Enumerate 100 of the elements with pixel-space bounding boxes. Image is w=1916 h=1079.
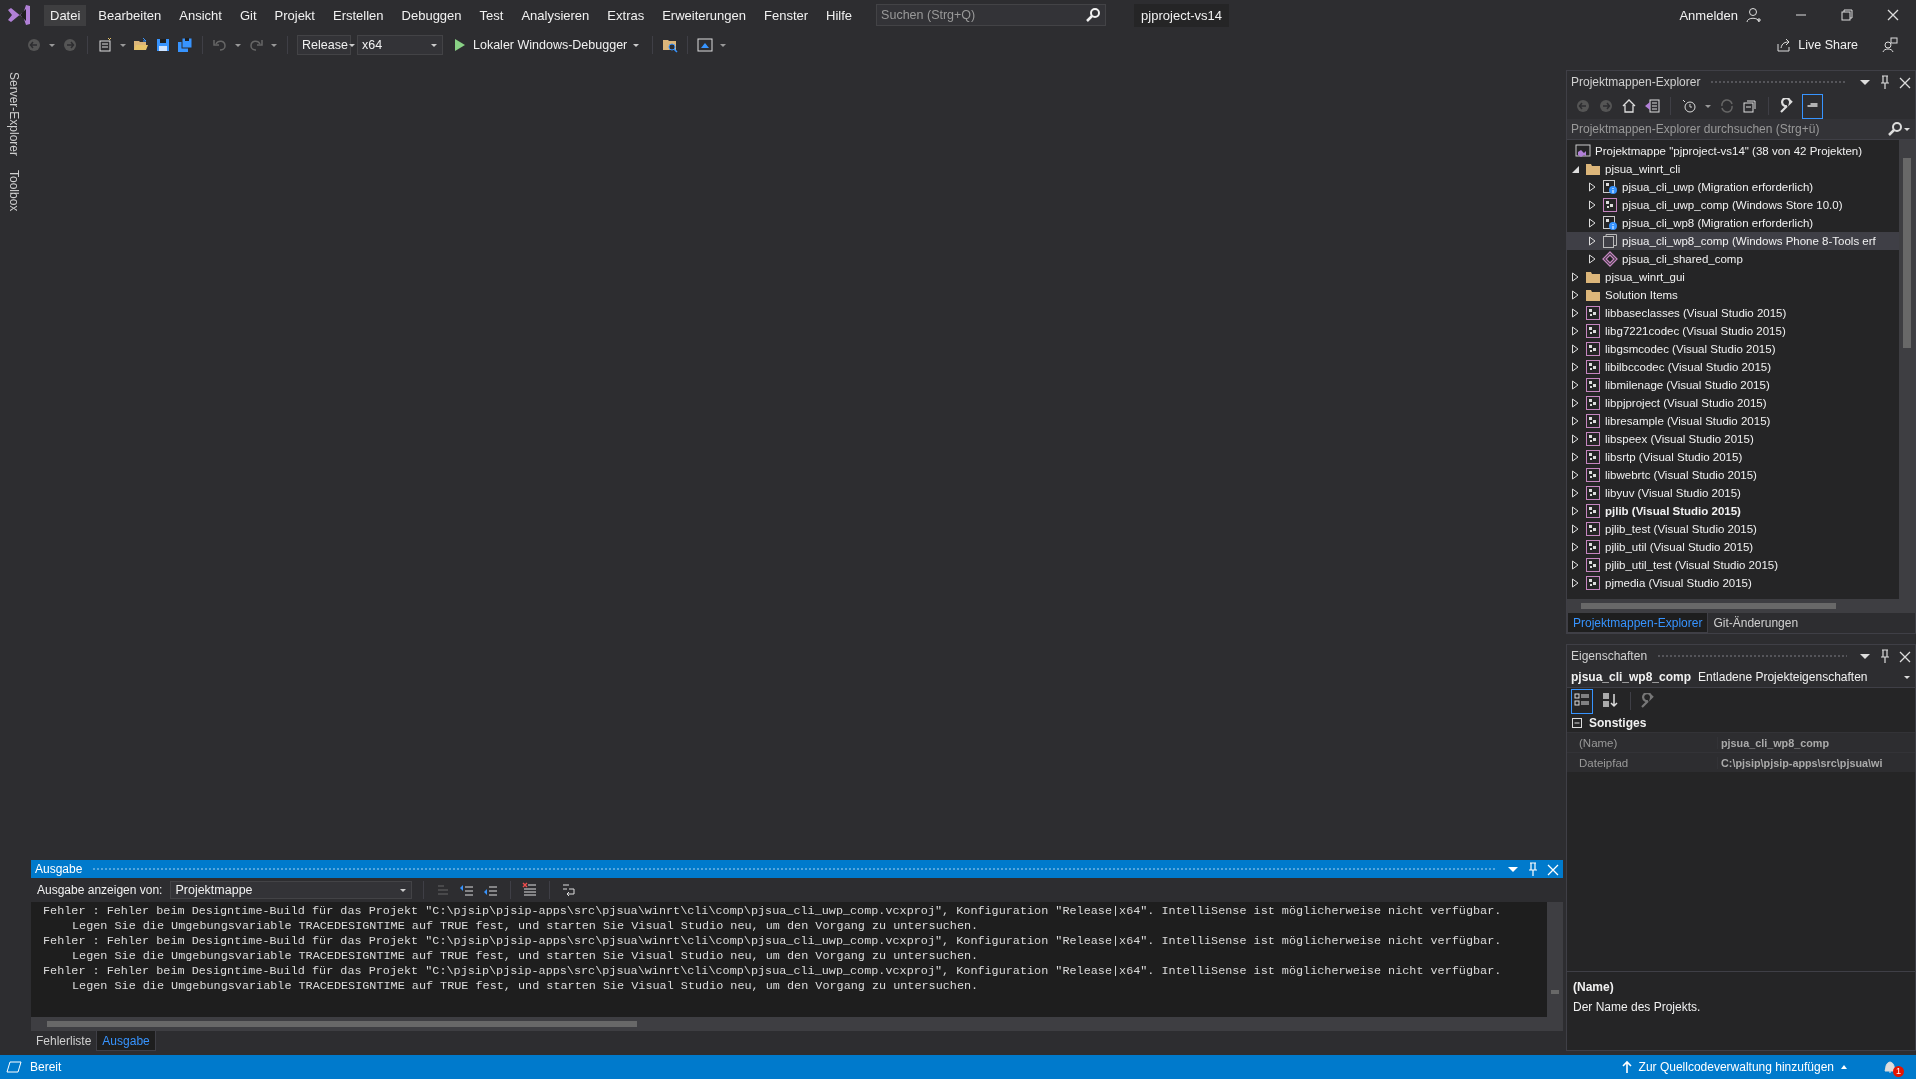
- menu-item[interactable]: Debuggen: [395, 4, 468, 26]
- live-share-button[interactable]: Live Share: [1776, 37, 1858, 53]
- search-field[interactable]: Projektmappen-Explorer durchsuchen (Strg+ü): [1567, 119, 1883, 139]
- side-tab[interactable]: Toolbox: [7, 170, 21, 212]
- pending-changes-icon[interactable]: [1681, 98, 1697, 114]
- menu-item[interactable]: Ansicht: [173, 4, 228, 26]
- description-text: Der Name des Projekts.: [1573, 1000, 1702, 1014]
- clear-all-icon[interactable]: [522, 882, 539, 898]
- redo-icon[interactable]: [248, 37, 264, 53]
- tree-item[interactable]: pjsua_cli_wp8_comp (Windows Phone 8-Tools erf: [1567, 232, 1899, 250]
- preview-toggle-button[interactable]: [1802, 93, 1823, 119]
- menu-item[interactable]: Test: [473, 4, 510, 26]
- switch-views-icon[interactable]: [1644, 98, 1660, 114]
- close-icon[interactable]: [1897, 75, 1911, 89]
- panel-tab[interactable]: Git-Änderungen: [1708, 613, 1804, 633]
- tree-item[interactable]: pjmedia (Visual Studio 2015): [1567, 574, 1899, 592]
- save-all-icon[interactable]: [177, 37, 193, 53]
- tree-item[interactable]: pjlib_util (Visual Studio 2015): [1567, 538, 1899, 556]
- menu-item[interactable]: Git: [233, 4, 263, 26]
- output-line: Legen Sie die Umgebungsvariable TRACEDESIGNTIME auf TRUE fest, und starten Sie Visual Studio neu, um den Vorgang zu untersuchen.: [71, 919, 980, 934]
- project-icon: [1585, 503, 1601, 519]
- preview-icon: [1807, 102, 1818, 107]
- search-icon[interactable]: [1887, 121, 1903, 137]
- menu-item[interactable]: Hilfe: [820, 4, 859, 26]
- tree-item[interactable]: libmilenage (Visual Studio 2015): [1567, 376, 1899, 394]
- horizontal-scrollbar[interactable]: [1567, 599, 1915, 613]
- search-button[interactable]: [1883, 119, 1915, 139]
- panel-tab[interactable]: Ausgabe: [96, 1031, 156, 1051]
- open-folder-icon[interactable]: [133, 37, 149, 53]
- tree-item[interactable]: libresample (Visual Studio 2015): [1567, 412, 1899, 430]
- menu-item[interactable]: Erweiterungen: [656, 4, 752, 26]
- folder-search-icon[interactable]: [662, 37, 679, 53]
- collapse-icon[interactable]: [1571, 717, 1583, 729]
- object-selector[interactable]: pjsua_cli_wp8_comp Entladene Projekteigenschaften: [1567, 667, 1915, 688]
- expanded-arrow-icon[interactable]: [1570, 164, 1580, 174]
- menu-item[interactable]: Extras: [601, 4, 651, 26]
- tree-item[interactable]: libilbccodec (Visual Studio 2015): [1567, 358, 1899, 376]
- vertical-scrollbar[interactable]: [1899, 140, 1915, 599]
- tree-item[interactable]: pjsua_cli_uwp (Migration erforderlich): [1567, 178, 1899, 196]
- tree-item[interactable]: pjsua_cli_uwp_comp (Windows Store 10.0): [1567, 196, 1899, 214]
- word-wrap-icon[interactable]: [561, 882, 578, 898]
- logo-icon: [6, 3, 32, 27]
- side-tab[interactable]: Server-Explorer: [7, 72, 21, 157]
- tree-item[interactable]: Solution Items: [1567, 286, 1899, 304]
- close-icon[interactable]: [1545, 862, 1559, 876]
- caret-icon: [1903, 126, 1911, 132]
- tree-item[interactable]: libspeex (Visual Studio 2015): [1567, 430, 1899, 448]
- vertical-scrollbar[interactable]: [1547, 902, 1563, 1017]
- tree-item[interactable]: pjlib_test (Visual Studio 2015): [1567, 520, 1899, 538]
- collapse-all-icon[interactable]: [1742, 98, 1758, 114]
- feedback-icon[interactable]: [1882, 37, 1898, 53]
- restore-icon[interactable]: [1839, 7, 1855, 23]
- home-icon[interactable]: [1621, 98, 1637, 114]
- tree-item[interactable]: Projektmappe "pjproject-vs14" (38 von 42 Projekten): [1567, 142, 1899, 160]
- undo-icon[interactable]: [212, 37, 228, 53]
- sign-in-link[interactable]: Anmelden: [1679, 7, 1738, 23]
- screenshot-icon[interactable]: [697, 37, 714, 53]
- tree-item[interactable]: libyuv (Visual Studio 2015): [1567, 484, 1899, 502]
- property-category[interactable]: Sonstiges: [1567, 714, 1915, 732]
- panel-tab[interactable]: Fehlerliste: [31, 1031, 97, 1051]
- project-icon: [1602, 197, 1618, 213]
- menu-item[interactable]: Projekt: [268, 4, 321, 26]
- close-icon[interactable]: [1897, 649, 1911, 663]
- horizontal-scrollbar[interactable]: [31, 1017, 1563, 1031]
- panel-tab[interactable]: Projektmappen-Explorer: [1567, 613, 1709, 633]
- start-debugging-button[interactable]: Lokaler Windows-Debugger: [449, 37, 644, 53]
- shared-project-icon: [1602, 251, 1618, 267]
- platform-dropdown[interactable]: x64: [357, 35, 443, 55]
- caret-icon: [1840, 1064, 1848, 1070]
- menu-item[interactable]: Erstellen: [327, 4, 390, 26]
- source-control-button[interactable]: Zur Quellcodeverwaltung hinzufügen: [1620, 1060, 1848, 1074]
- tree-item[interactable]: pjsua_cli_wp8 (Migration erforderlich): [1567, 214, 1899, 232]
- caret-icon: [1903, 674, 1911, 680]
- caret-icon: [48, 42, 56, 48]
- tree-item[interactable]: libbaseclasses (Visual Studio 2015): [1567, 304, 1899, 322]
- tree-item[interactable]: pjlib_util_test (Visual Studio 2015): [1567, 556, 1899, 574]
- output-line: Fehler : Fehler beim Designtime-Build für das Projekt "C:\pjsip\pjsip-apps\src\pjsua\winrt\cli\comp\pjsua_cli_uwp_comp.vcxproj", Konfiguration "Release|x64". IntelliSense ist möglicherweise nicht verfügbar.: [43, 964, 1503, 979]
- output-line: Legen Sie die Umgebungsvariable TRACEDESIGNTIME auf TRUE fest, und starten Sie Visual Studio neu, um den Vorgang zu untersuchen.: [71, 979, 980, 994]
- refresh-icon[interactable]: [1719, 98, 1735, 114]
- person-add-icon[interactable]: [1746, 7, 1762, 23]
- project-icon: [1585, 521, 1601, 537]
- output-source-dropdown[interactable]: Projektmappe: [170, 881, 413, 899]
- menu-item[interactable]: Fenster: [758, 4, 815, 26]
- tree-item[interactable]: libgsmcodec (Visual Studio 2015): [1567, 340, 1899, 358]
- menu-item[interactable]: Datei: [44, 4, 87, 26]
- tree-item[interactable]: libsrtp (Visual Studio 2015): [1567, 448, 1899, 466]
- tree-item[interactable]: libwebrtc (Visual Studio 2015): [1567, 466, 1899, 484]
- save-icon[interactable]: [155, 37, 171, 53]
- tree-item[interactable]: pjsua_winrt_gui: [1567, 268, 1899, 286]
- menu-item[interactable]: Bearbeiten: [92, 4, 168, 26]
- tree-item[interactable]: pjlib (Visual Studio 2015): [1567, 502, 1899, 520]
- notifications-button[interactable]: 1: [1882, 1057, 1902, 1077]
- tree-item[interactable]: libg7221codec (Visual Studio 2015): [1567, 322, 1899, 340]
- categorized-button[interactable]: [1571, 688, 1593, 714]
- close-icon[interactable]: [1885, 7, 1901, 23]
- tree-item[interactable]: libpjproject (Visual Studio 2015): [1567, 394, 1899, 412]
- tree-item[interactable]: pjsua_winrt_cli: [1567, 160, 1899, 178]
- menu-item[interactable]: Analysieren: [515, 4, 596, 26]
- new-project-icon[interactable]: [97, 37, 113, 53]
- tree-item[interactable]: pjsua_cli_shared_comp: [1567, 250, 1899, 268]
